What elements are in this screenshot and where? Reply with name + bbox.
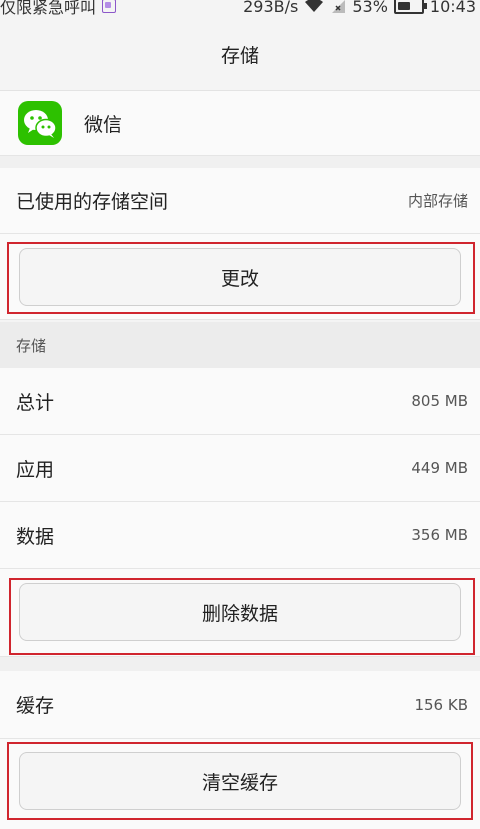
storage-location-value: 内部存储 bbox=[407, 192, 468, 210]
battery-percent: 53% bbox=[352, 0, 388, 16]
row-value: 449 MB bbox=[411, 459, 468, 477]
row-label: 总计 bbox=[16, 391, 55, 414]
app-name: 微信 bbox=[84, 113, 123, 136]
storage-location-row: 已使用的存储空间 内部存储 bbox=[0, 168, 480, 234]
carrier-text: 仅限紧急呼叫 bbox=[0, 0, 97, 17]
cache-label: 缓存 bbox=[16, 695, 55, 717]
status-left: 仅限紧急呼叫 bbox=[0, 0, 117, 18]
row-value: 805 MB bbox=[411, 392, 468, 410]
wechat-icon bbox=[18, 101, 62, 145]
notification-icon bbox=[102, 0, 117, 13]
section-header: 存储 bbox=[0, 322, 480, 368]
status-right: 293B/s 53% 10:43 bbox=[243, 0, 480, 16]
clear-cache-label: 清空缓存 bbox=[201, 771, 278, 794]
section-header-label: 存储 bbox=[16, 336, 47, 355]
battery-icon bbox=[393, 0, 427, 14]
title-bar: 存储 bbox=[0, 18, 480, 91]
status-bar: 仅限紧急呼叫 293B/s 53% 10:43 bbox=[0, 0, 480, 18]
clear-cache-button[interactable]: 清空缓存 bbox=[19, 752, 461, 810]
clear-data-button[interactable]: 删除数据 bbox=[19, 583, 461, 641]
clear-cache-container: 清空缓存 bbox=[0, 739, 480, 829]
wifi-icon bbox=[305, 0, 324, 12]
change-button[interactable]: 更改 bbox=[19, 248, 461, 306]
change-button-label: 更改 bbox=[220, 267, 259, 290]
cache-row: 缓存 156 KB bbox=[0, 671, 480, 739]
clear-data-container: 删除数据 bbox=[0, 569, 480, 657]
divider bbox=[0, 156, 480, 168]
row-value: 356 MB bbox=[411, 526, 468, 544]
row-label: 应用 bbox=[16, 458, 55, 481]
signal-icon bbox=[332, 0, 346, 13]
battery-level bbox=[397, 2, 410, 10]
row-label: 数据 bbox=[16, 525, 55, 548]
cache-value: 156 KB bbox=[414, 695, 468, 714]
storage-location-label: 已使用的存储空间 bbox=[16, 191, 169, 213]
storage-row-app: 应用 449 MB bbox=[0, 435, 480, 502]
clock: 10:43 bbox=[429, 0, 476, 16]
storage-row-data: 数据 356 MB bbox=[0, 502, 480, 569]
change-button-container: 更改 bbox=[0, 234, 480, 320]
storage-row-total: 总计 805 MB bbox=[0, 368, 480, 435]
network-speed: 293B/s bbox=[243, 0, 299, 16]
divider bbox=[0, 657, 480, 671]
page-title: 存储 bbox=[220, 44, 259, 67]
app-row: 微信 bbox=[0, 91, 480, 156]
clear-data-label: 删除数据 bbox=[201, 602, 278, 625]
